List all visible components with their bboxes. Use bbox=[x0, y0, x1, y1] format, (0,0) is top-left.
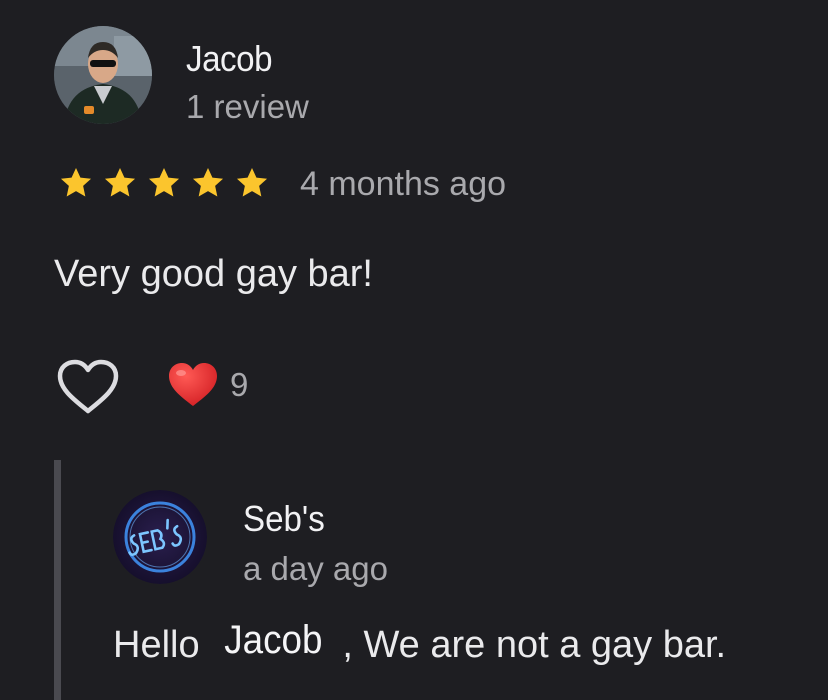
star-icon bbox=[60, 167, 92, 197]
reaction-summary[interactable]: 9 bbox=[166, 358, 248, 412]
reply-timestamp: a day ago bbox=[243, 550, 388, 587]
star-icon bbox=[192, 167, 224, 197]
reaction-count: 9 bbox=[230, 366, 249, 403]
owner-avatar[interactable] bbox=[113, 490, 207, 584]
reply-text-suffix: , We are not a gay bar. bbox=[342, 624, 727, 666]
owner-name[interactable]: Seb's bbox=[243, 496, 325, 542]
red-heart-emoji-icon bbox=[169, 363, 217, 406]
review-body: Very good gay bar! bbox=[54, 253, 373, 295]
reviewer-name[interactable]: Jacob bbox=[186, 36, 273, 82]
star-icon bbox=[148, 167, 180, 197]
reviewer-avatar[interactable] bbox=[54, 26, 152, 124]
star-icon bbox=[236, 167, 268, 197]
reply-indent-bar bbox=[54, 460, 61, 700]
review-timestamp: 4 months ago bbox=[300, 165, 507, 203]
reply-mention: Jacob bbox=[223, 618, 323, 662]
reviewer-review-count: 1 review bbox=[186, 88, 309, 125]
reply-text-prefix: Hello bbox=[113, 624, 200, 666]
star-rating bbox=[54, 164, 274, 202]
like-button[interactable] bbox=[54, 358, 122, 416]
heart-outline-icon bbox=[57, 359, 119, 414]
reply-body: Hello Jacob , We are not a gay bar. bbox=[113, 618, 727, 669]
star-icon bbox=[104, 167, 136, 197]
